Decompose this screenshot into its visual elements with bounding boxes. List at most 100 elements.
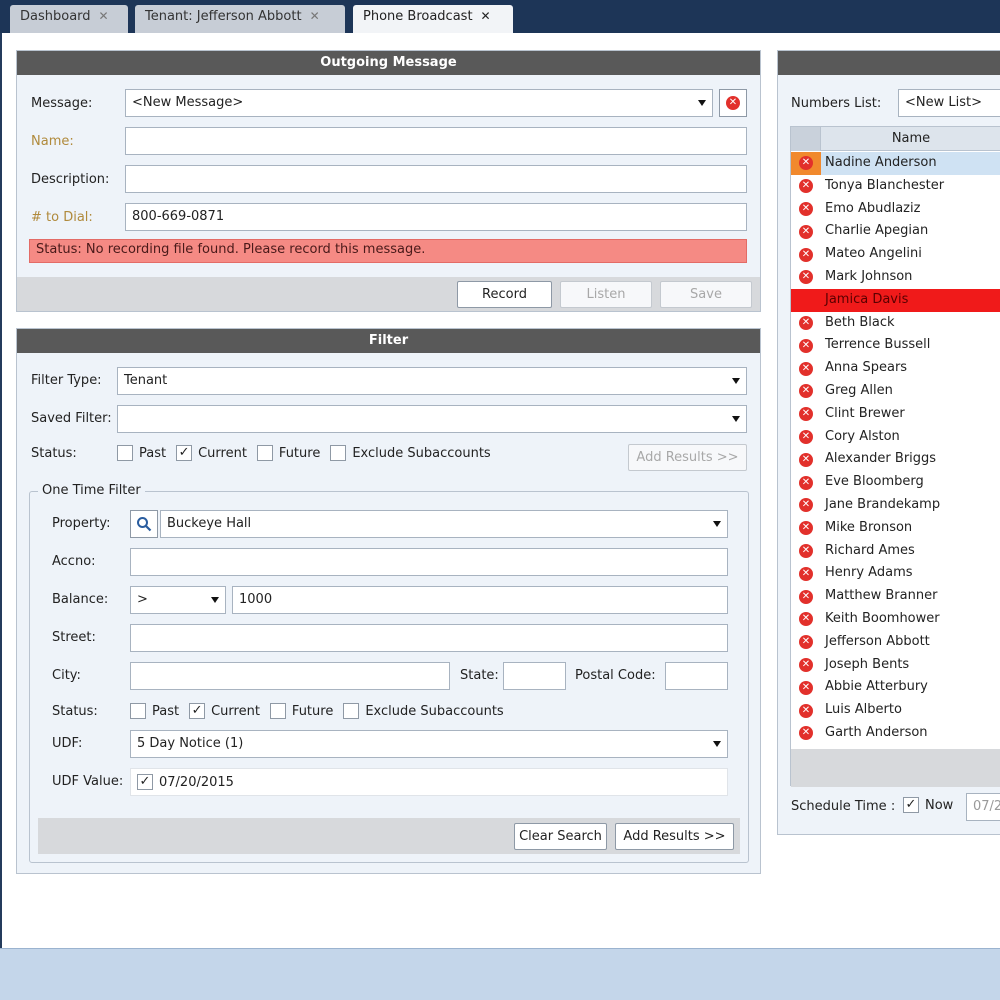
table-row[interactable]: ✕ Anna Spears <box>791 357 1000 380</box>
table-row[interactable]: ✕ Jane Brandekamp <box>791 494 1000 517</box>
remove-icon[interactable]: ✕ <box>799 407 813 422</box>
table-row[interactable]: ✕ Keith Boomhower <box>791 608 1000 631</box>
tab-tenant[interactable]: Tenant: Jefferson Abbott ✕ <box>135 5 345 33</box>
remove-icon[interactable]: ✕ <box>799 361 813 376</box>
table-row[interactable]: ✕ Clint Brewer <box>791 403 1000 426</box>
table-row[interactable]: ✕ Matthew Branner <box>791 585 1000 608</box>
future-checkbox[interactable]: Future <box>269 703 333 719</box>
past-checkbox[interactable]: Past <box>130 703 179 719</box>
current-checkbox[interactable]: ✓ Current <box>176 445 247 461</box>
exclude-subaccounts-checkbox[interactable]: Exclude Subaccounts <box>343 703 504 719</box>
remove-icon[interactable]: ✕ <box>799 475 813 490</box>
remove-icon[interactable]: ✕ <box>799 315 813 330</box>
remove-icon[interactable]: ✕ <box>799 429 813 444</box>
remove-icon[interactable]: ✕ <box>799 498 813 513</box>
remove-icon[interactable]: ✕ <box>799 589 813 604</box>
udf-value-input[interactable]: ✓ 07/20/2015 <box>130 768 728 796</box>
tab-dashboard[interactable]: Dashboard ✕ <box>10 5 128 33</box>
filter-type-select[interactable]: Tenant <box>117 367 747 395</box>
record-button[interactable]: Record <box>457 281 552 308</box>
close-icon[interactable]: ✕ <box>481 9 491 23</box>
table-row[interactable]: ✕ Cory Alston <box>791 426 1000 449</box>
name-label: Name: <box>31 134 74 149</box>
state-input[interactable] <box>503 662 566 690</box>
table-row[interactable]: ✕ Henry Adams <box>791 562 1000 585</box>
table-row[interactable]: ✕ Abbie Atterbury <box>791 676 1000 699</box>
remove-icon[interactable]: ✕ <box>799 224 813 239</box>
clear-search-button[interactable]: Clear Search <box>514 823 607 850</box>
property-search-button[interactable] <box>130 510 158 538</box>
name-input[interactable] <box>125 127 747 155</box>
remove-icon[interactable]: ✕ <box>799 247 813 262</box>
table-row[interactable]: ✕ Eve Bloomberg <box>791 471 1000 494</box>
balance-operator-select[interactable]: > <box>130 586 226 614</box>
table-row[interactable]: ✕ Tonya Blanchester <box>791 175 1000 198</box>
remove-icon[interactable]: ✕ <box>799 726 813 741</box>
schedule-date-input[interactable]: 07/2 <box>966 793 1000 821</box>
now-checkbox[interactable]: ✓ Now <box>903 797 953 813</box>
tab-phone-broadcast[interactable]: Phone Broadcast ✕ <box>353 5 513 33</box>
remove-icon[interactable]: ✕ <box>799 543 813 558</box>
table-row[interactable]: ✕ Nadine Anderson <box>791 152 1000 175</box>
remove-icon[interactable]: ✕ <box>799 452 813 467</box>
table-row[interactable]: ✕ Beth Black <box>791 312 1000 335</box>
postal-code-input[interactable] <box>665 662 728 690</box>
row-gutter: ✕ <box>791 403 821 426</box>
add-results-button[interactable]: Add Results >> <box>615 823 734 850</box>
table-row[interactable]: ✕ Greg Allen <box>791 380 1000 403</box>
listen-button[interactable]: Listen <box>560 281 652 308</box>
remove-icon[interactable]: ✕ <box>799 521 813 536</box>
table-row[interactable]: ✕ Joseph Bents <box>791 654 1000 677</box>
table-row[interactable]: ✕ Jefferson Abbott <box>791 631 1000 654</box>
past-checkbox[interactable]: Past <box>117 445 166 461</box>
property-select[interactable]: Buckeye Hall <box>160 510 728 538</box>
table-row[interactable]: ✕ Emo Abudlaziz <box>791 198 1000 221</box>
table-row[interactable]: ✕ Terrence Bussell <box>791 334 1000 357</box>
city-input[interactable] <box>130 662 450 690</box>
table-row[interactable]: ✕ Alexander Briggs <box>791 448 1000 471</box>
table-row[interactable]: ✕ Mark Johnson <box>791 266 1000 289</box>
table-row[interactable]: ✕ Garth Anderson <box>791 722 1000 745</box>
remove-icon[interactable]: ✕ <box>799 612 813 627</box>
street-input[interactable] <box>130 624 728 652</box>
future-checkbox[interactable]: Future <box>256 445 320 461</box>
remove-icon[interactable]: ✕ <box>799 680 813 695</box>
remove-icon[interactable]: ✕ <box>799 338 813 353</box>
remove-icon[interactable]: ✕ <box>799 635 813 650</box>
remove-icon[interactable]: ✕ <box>799 179 813 194</box>
close-icon[interactable]: ✕ <box>310 9 320 23</box>
accno-input[interactable] <box>130 548 728 576</box>
message-select[interactable]: <New Message> <box>125 89 713 117</box>
row-name: Mateo Angelini <box>825 246 922 262</box>
table-row[interactable]: ✕ Mike Bronson <box>791 517 1000 540</box>
current-checkbox[interactable]: ✓ Current <box>189 703 260 719</box>
add-results-button-top[interactable]: Add Results >> <box>628 444 747 471</box>
save-button[interactable]: Save <box>660 281 752 308</box>
udf-select[interactable]: 5 Day Notice (1) <box>130 730 728 758</box>
saved-filter-select[interactable] <box>117 405 747 433</box>
check-icon[interactable]: ✓ <box>137 774 153 790</box>
column-header-name[interactable]: Name <box>821 127 1000 151</box>
dial-input[interactable]: 800-669-0871 <box>125 203 747 231</box>
table-row[interactable]: ✕ Mateo Angelini <box>791 243 1000 266</box>
remove-icon[interactable]: ✕ <box>799 384 813 399</box>
numbers-list-select[interactable]: <New List> <box>898 89 1000 117</box>
table-row[interactable]: ✕ Luis Alberto <box>791 699 1000 722</box>
row-name: Alexander Briggs <box>825 451 937 467</box>
row-name: Anna Spears <box>825 360 908 376</box>
remove-icon[interactable]: ✕ <box>799 156 813 171</box>
table-row[interactable]: ✕ Charlie Apegian <box>791 220 1000 243</box>
exclude-subaccounts-checkbox[interactable]: Exclude Subaccounts <box>330 445 491 461</box>
description-input[interactable] <box>125 165 747 193</box>
delete-message-button[interactable]: ✕ <box>719 89 747 117</box>
remove-icon[interactable]: ✕ <box>799 270 813 285</box>
table-row[interactable]: ✕ Richard Ames <box>791 540 1000 563</box>
remove-icon[interactable]: ✕ <box>799 566 813 581</box>
table-row[interactable]: Jamica Davis <box>791 288 1000 312</box>
remove-icon[interactable]: ✕ <box>799 201 813 216</box>
balance-input[interactable]: 1000 <box>232 586 728 614</box>
remove-icon[interactable]: ✕ <box>799 657 813 672</box>
close-icon[interactable]: ✕ <box>99 9 109 23</box>
remove-icon[interactable]: ✕ <box>799 703 813 718</box>
row-name: Keith Boomhower <box>825 611 940 626</box>
